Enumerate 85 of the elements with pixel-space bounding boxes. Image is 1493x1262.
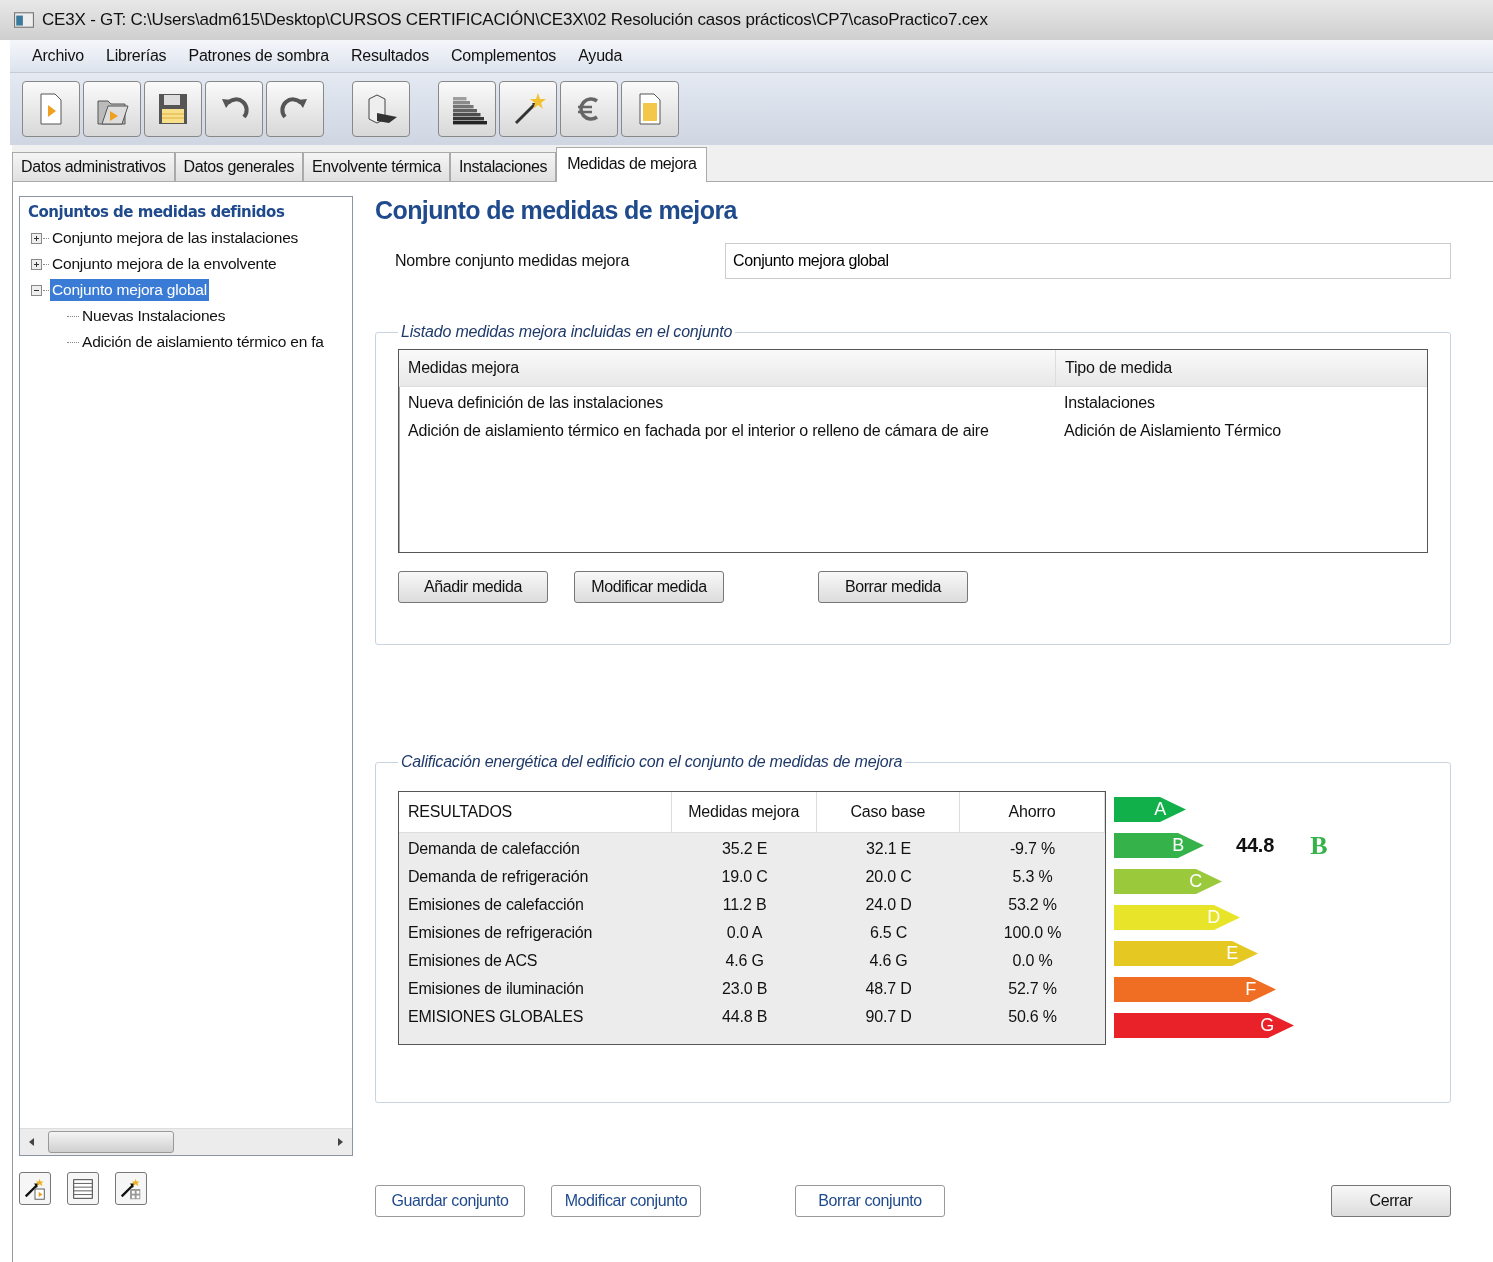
- field-label: Nombre conjunto medidas mejora: [395, 252, 631, 270]
- table-cell-text: 48.7 D: [864, 980, 913, 998]
- tab[interactable]: Instalaciones: [449, 152, 557, 181]
- close-button[interactable]: Cerrar: [1331, 1185, 1451, 1217]
- tree-title: Conjuntos de medidas definidos: [28, 203, 286, 221]
- table-cell-text: 6.5 C: [868, 924, 909, 942]
- name-input-field[interactable]: Conjunto mejora global: [725, 243, 1451, 279]
- tree-item[interactable]: Conjunto mejora de las instalaciones: [50, 227, 301, 249]
- action-button[interactable]: Borrar medida: [818, 571, 968, 603]
- app-icon: [14, 12, 34, 28]
- table-cell-text: Adición de aislamiento térmico en fachada por el interior o relleno de cámara de aire: [407, 422, 990, 440]
- action-button[interactable]: Modificar conjunto: [551, 1185, 701, 1217]
- tab[interactable]: Datos generales: [174, 152, 304, 181]
- tree-item[interactable]: Conjunto mejora global: [50, 279, 209, 301]
- table-cell-text: 35.2 E: [721, 840, 769, 858]
- table-cell-text: 53.2 %: [1007, 896, 1058, 914]
- table-cell-text: 23.0 B: [721, 980, 769, 998]
- table-cell-text: 52.7 %: [1007, 980, 1058, 998]
- expand-icon[interactable]: [31, 232, 42, 244]
- table-cell-text: 11.2 B: [721, 896, 768, 914]
- table-cell-text: Emisiones de calefacción: [407, 896, 585, 914]
- scroll-right-icon[interactable]: [336, 1137, 344, 1147]
- column-header[interactable]: Ahorro: [959, 792, 1105, 832]
- table-cell-text: 100.0 %: [1002, 924, 1063, 942]
- column-header[interactable]: Medidas mejora: [399, 350, 1056, 386]
- table-cell-text: Nueva definición de las instalaciones: [407, 394, 664, 412]
- table-cell-text: 0.0 %: [1011, 952, 1054, 970]
- menu-item[interactable]: Patrones de sombra: [188, 47, 329, 65]
- action-button[interactable]: Añadir medida: [398, 571, 548, 603]
- tool-button[interactable]: [115, 1172, 147, 1205]
- table-cell-text: EMISIONES GLOBALES: [407, 1008, 585, 1026]
- table-cell-text: Adición de Aislamiento Térmico: [1063, 422, 1282, 440]
- table-cell-text: Emisiones de iluminación: [407, 980, 585, 998]
- table-cell-text: 4.6 G: [724, 952, 765, 970]
- window-title: CE3X - GT: C:\Users\adm615\Desktop\CURSOS CERTIFICACIÓN\CE3X\02 Resolución casos prácticos\CP7\casoPractico7.cex: [42, 10, 988, 30]
- table-cell-text: Emisiones de ACS: [407, 952, 539, 970]
- table-cell-text: 20.0 C: [864, 868, 913, 886]
- menu-item[interactable]: Archivo: [32, 47, 84, 65]
- rating-grade: B: [1310, 830, 1328, 861]
- table-cell-text: 0.0 A: [725, 924, 764, 942]
- toolbar-button[interactable]: [438, 81, 496, 137]
- menu-item[interactable]: Ayuda: [578, 47, 623, 65]
- table-cell-text: 4.6 G: [868, 952, 909, 970]
- menu-item[interactable]: Resultados: [350, 47, 429, 65]
- column-header[interactable]: Caso base: [816, 792, 960, 832]
- tool-button[interactable]: [19, 1172, 51, 1205]
- table-cell-text: 24.0 D: [864, 896, 913, 914]
- table-cell-text: 90.7 D: [864, 1008, 913, 1026]
- table-cell-text: -9.7 %: [1009, 840, 1057, 858]
- column-header[interactable]: Tipo de medida: [1056, 359, 1181, 377]
- rating-value: 44.8: [1236, 834, 1275, 857]
- tree-item[interactable]: Conjunto mejora de la envolvente: [50, 253, 279, 275]
- table-cell-text: 50.6 %: [1007, 1008, 1058, 1026]
- page-heading: Conjunto de medidas de mejora: [375, 196, 739, 225]
- table-cell-text: Emisiones de refrigeración: [407, 924, 594, 942]
- action-button[interactable]: Modificar medida: [574, 571, 724, 603]
- tree-item[interactable]: Adición de aislamiento térmico en fa: [80, 331, 326, 353]
- tab[interactable]: Medidas de mejora: [556, 147, 708, 182]
- table-cell-text: Instalaciones: [1063, 394, 1156, 412]
- menu-item[interactable]: Complementos: [450, 47, 557, 65]
- expand-icon[interactable]: [31, 258, 42, 270]
- tree-item[interactable]: Nuevas Instalaciones: [80, 305, 228, 327]
- scrollbar-thumb[interactable]: [48, 1131, 174, 1153]
- tab[interactable]: Envolvente térmica: [303, 152, 450, 181]
- horizontal-scrollbar[interactable]: [20, 1128, 352, 1155]
- toolbar-button[interactable]: [205, 81, 263, 137]
- tab[interactable]: Datos administrativos: [12, 152, 175, 181]
- action-button[interactable]: Borrar conjunto: [795, 1185, 945, 1217]
- collapse-icon[interactable]: [31, 284, 42, 296]
- group-legend: Listado medidas mejora incluidas en el conjunto: [398, 323, 736, 341]
- table-cell-text: 19.0 C: [720, 868, 769, 886]
- table-cell-text: Demanda de refrigeración: [407, 868, 590, 886]
- scroll-left-icon[interactable]: [28, 1137, 36, 1147]
- group-legend: Calificación energética del edificio con el conjunto de medidas de mejora: [398, 753, 906, 771]
- table-cell-text: 44.8 B: [721, 1008, 769, 1026]
- menu-item[interactable]: Librerías: [105, 47, 167, 65]
- column-header[interactable]: Medidas mejora: [671, 792, 817, 832]
- toolbar-button[interactable]: [144, 81, 202, 137]
- action-button[interactable]: Guardar conjunto: [375, 1185, 525, 1217]
- table-cell-text: Demanda de calefacción: [407, 840, 581, 858]
- table-cell-text: 5.3 %: [1011, 868, 1054, 886]
- column-header[interactable]: RESULTADOS: [399, 792, 672, 832]
- toolbar-button[interactable]: [266, 81, 324, 137]
- table-cell-text: 32.1 E: [865, 840, 913, 858]
- toolbar-button[interactable]: [352, 81, 410, 137]
